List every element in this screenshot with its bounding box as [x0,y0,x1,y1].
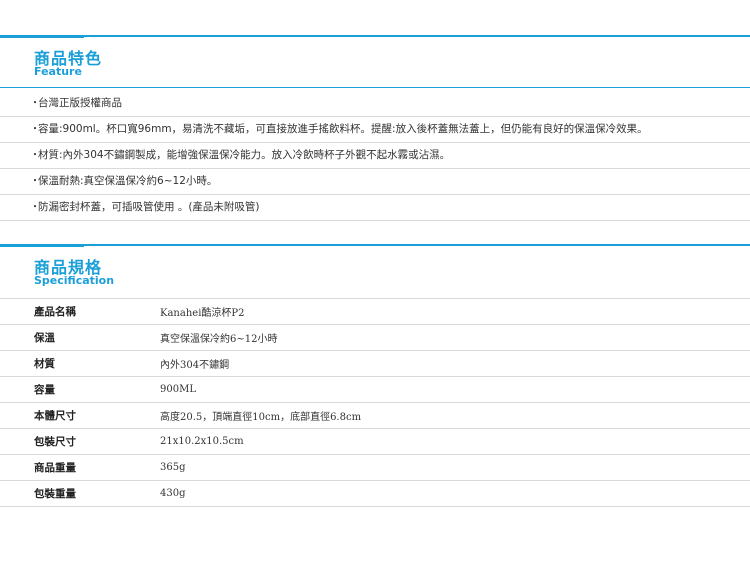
list-item: ・ 材質:內外304不鏽鋼製成，能增強保溫保冷能力。放入冷飲時杯子外觀不起水霧或… [0,143,750,169]
table-row: 產品名稱 Kanahei酷涼杯P2 [0,298,750,325]
spec-label: 商品重量 [0,454,160,481]
list-item: ・ 防漏密封杯蓋，可插吸管使用 。(產品未附吸管) [0,195,750,221]
table-row: 本體尺寸 高度20.5，頂端直徑10cm，底部直徑6.8cm [0,402,750,429]
feature-item-text: 容量:900ml。杯口寬96mm，易清洗不藏垢，可直接放進手搖飲料杯。提醒:放入… [38,123,648,135]
spec-value: 內外304不鏽鋼 [160,350,750,377]
table-row: 包裝重量 430g [0,480,750,507]
spec-value: 365g [160,454,750,481]
spec-subtitle: Specification [34,274,115,287]
table-row: 商品重量 365g [0,454,750,481]
section-bottom-rule [0,87,750,88]
spec-label: 包裝重量 [0,480,160,507]
table-row: 容量 900ML [0,376,750,403]
feature-item-text: 防漏密封杯蓋，可插吸管使用 。(產品未附吸管) [38,201,260,213]
feature-item-text: 材質:內外304不鏽鋼製成，能增強保溫保冷能力。放入冷飲時杯子外觀不起水霧或沾濕… [38,149,451,161]
spec-value: Kanahei酷涼杯P2 [160,298,750,325]
list-item: ・ 保溫耐熱:真空保溫保冷約6~12小時。 [0,169,750,195]
spec-value: 900ML [160,376,750,403]
table-row: 包裝尺寸 21x10.2x10.5cm [0,428,750,455]
list-item: ・ 台灣正版授權商品 [0,91,750,117]
feature-item-text: 台灣正版授權商品 [38,97,122,109]
table-row: 保溫 真空保溫保冷約6~12小時 [0,324,750,351]
spec-value: 真空保溫保冷約6~12小時 [160,324,750,351]
spec-table: 產品名稱 Kanahei酷涼杯P2 保溫 真空保溫保冷約6~12小時 材質 內外… [0,298,750,507]
spec-label: 本體尺寸 [0,402,160,429]
spec-value: 21x10.2x10.5cm [160,428,750,455]
spec-label: 包裝尺寸 [0,428,160,455]
spec-label: 材質 [0,350,160,377]
spec-value: 430g [160,480,750,507]
spec-value: 高度20.5，頂端直徑10cm，底部直徑6.8cm [160,402,750,429]
table-row: 材質 內外304不鏽鋼 [0,350,750,377]
section-accent-bar [0,244,84,247]
feature-list: ・ 台灣正版授權商品 ・ 容量:900ml。杯口寬96mm，易清洗不藏垢，可直接… [0,91,750,221]
section-top-rule [0,35,750,37]
spec-label: 產品名稱 [0,298,160,325]
list-item: ・ 容量:900ml。杯口寬96mm，易清洗不藏垢，可直接放進手搖飲料杯。提醒:… [0,117,750,143]
spec-label: 容量 [0,376,160,403]
feature-item-text: 保溫耐熱:真空保溫保冷約6~12小時。 [38,175,218,187]
spec-label: 保溫 [0,324,160,351]
section-top-rule [0,244,750,246]
feature-subtitle: Feature [34,65,82,78]
section-accent-bar [0,35,84,38]
